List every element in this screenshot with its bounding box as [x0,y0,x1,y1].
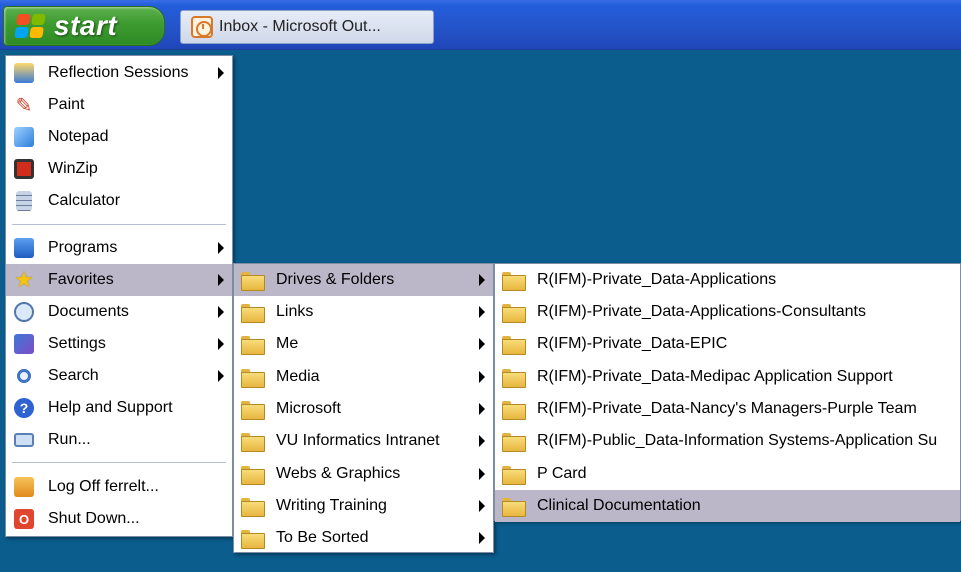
menu-item-search[interactable]: Search [6,360,232,392]
help-icon: ? [12,396,36,420]
submenu-arrow-icon [479,532,485,544]
submenu-arrow-icon [479,338,485,350]
menu-item-shut-down[interactable]: O Shut Down... [6,503,232,535]
menu-item-folder[interactable]: R(IFM)-Private_Data-Nancy's Managers-Pur… [495,393,960,425]
folder-icon [240,365,265,389]
folder-icon [240,462,265,486]
folder-icon [501,494,526,518]
menu-item-settings[interactable]: Settings [6,328,232,360]
menu-item-folder[interactable]: R(IFM)-Private_Data-EPIC [495,328,960,360]
folder-icon [501,300,526,324]
drives-folders-submenu: R(IFM)-Private_Data-Applications R(IFM)-… [494,263,961,522]
folder-icon [501,462,526,486]
folder-icon [240,332,265,356]
paint-icon: ✎ [15,94,33,117]
menu-item-winzip[interactable]: WinZip [6,153,232,185]
menu-item-p-card[interactable]: P Card [495,458,960,490]
menu-item-folder[interactable]: R(IFM)-Private_Data-Applications-Consult… [495,296,960,328]
menu-item-vu-informatics-intranet[interactable]: VU Informatics Intranet [234,425,493,457]
folder-icon [240,429,265,453]
submenu-arrow-icon [218,67,224,79]
menu-item-documents[interactable]: Documents [6,296,232,328]
run-icon [12,428,36,452]
start-button[interactable]: start [3,6,165,46]
submenu-arrow-icon [218,338,224,350]
menu-item-programs[interactable]: Programs [6,232,232,264]
menu-item-to-be-sorted[interactable]: To Be Sorted [234,522,493,554]
submenu-arrow-icon [479,468,485,480]
taskbar-button-label: Inbox - Microsoft Out... [219,18,381,35]
folder-icon [240,397,265,421]
menu-separator [12,224,226,225]
folder-icon [240,526,265,550]
star-icon: ★ [14,267,34,292]
menu-item-clinical-documentation[interactable]: Clinical Documentation [495,490,960,522]
submenu-arrow-icon [479,306,485,318]
menu-item-calculator[interactable]: Calculator [6,185,232,217]
folder-icon [501,397,526,421]
menu-item-folder[interactable]: R(IFM)-Private_Data-Medipac Application … [495,361,960,393]
start-menu: Reflection Sessions ✎ Paint Notepad WinZ… [5,55,233,537]
menu-item-media[interactable]: Media [234,361,493,393]
favorites-submenu: Drives & Folders Links Me Media Microsof… [233,263,494,553]
start-label: start [54,10,118,41]
taskbar: start Inbox - Microsoft Out... [0,0,961,50]
submenu-arrow-icon [479,500,485,512]
submenu-arrow-icon [479,371,485,383]
menu-item-notepad[interactable]: Notepad [6,121,232,153]
folder-icon [501,365,526,389]
submenu-arrow-icon [479,403,485,415]
menu-item-me[interactable]: Me [234,328,493,360]
outlook-icon [191,16,213,38]
menu-item-folder[interactable]: R(IFM)-Private_Data-Applications [495,264,960,296]
folder-icon [240,300,265,324]
menu-item-microsoft[interactable]: Microsoft [234,393,493,425]
submenu-arrow-icon [479,274,485,286]
shutdown-icon: O [12,507,36,531]
menu-item-log-off[interactable]: Log Off ferrelt... [6,471,232,503]
submenu-arrow-icon [218,274,224,286]
settings-icon [12,332,36,356]
notepad-icon [12,125,36,149]
programs-icon [12,236,36,260]
menu-item-links[interactable]: Links [234,296,493,328]
submenu-arrow-icon [218,242,224,254]
documents-icon [12,300,36,324]
submenu-arrow-icon [479,435,485,447]
menu-item-run[interactable]: Run... [6,424,232,456]
menu-item-help-and-support[interactable]: ? Help and Support [6,392,232,424]
menu-item-folder[interactable]: R(IFM)-Public_Data-Information Systems-A… [495,425,960,457]
folder-icon [501,332,526,356]
menu-item-favorites[interactable]: ★ Favorites [6,264,232,296]
windows-logo-icon [14,14,46,38]
reflection-icon [12,61,36,85]
menu-item-reflection-sessions[interactable]: Reflection Sessions [6,57,232,89]
submenu-arrow-icon [218,370,224,382]
menu-item-webs-graphics[interactable]: Webs & Graphics [234,458,493,490]
logoff-icon [12,475,36,499]
folder-icon [501,429,526,453]
menu-item-drives-folders[interactable]: Drives & Folders [234,264,493,296]
menu-separator [12,462,226,463]
taskbar-button-outlook[interactable]: Inbox - Microsoft Out... [180,10,434,44]
calculator-icon [12,189,36,213]
folder-icon [240,494,265,518]
submenu-arrow-icon [218,306,224,318]
menu-item-writing-training[interactable]: Writing Training [234,490,493,522]
menu-item-paint[interactable]: ✎ Paint [6,89,232,121]
search-icon [12,364,36,388]
winzip-icon [12,157,36,181]
folder-icon [240,268,265,292]
folder-icon [501,268,526,292]
